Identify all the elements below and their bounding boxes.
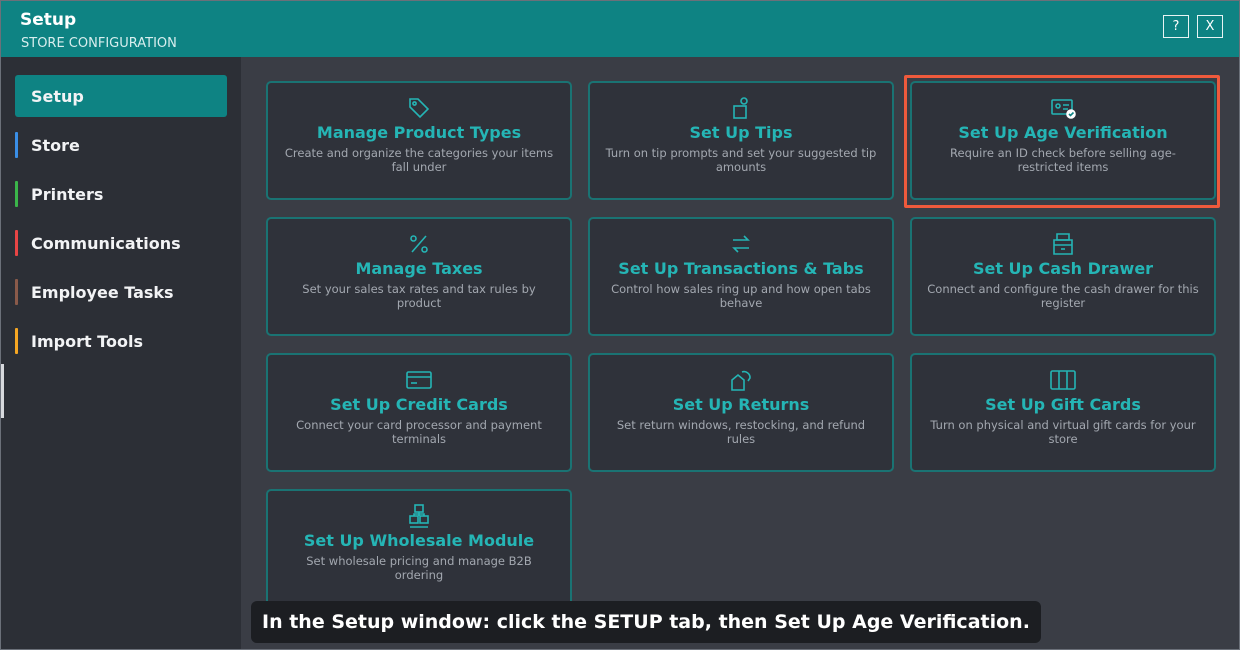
communications-color-bar [15,230,18,256]
card-set-up-returns[interactable]: Set Up Returns Set return windows, resto… [588,353,894,472]
boxes-icon [406,503,432,529]
sidebar-item-label: Setup [31,86,84,106]
percent-icon [406,231,432,257]
sidebar-item-setup[interactable]: Setup [15,75,227,117]
title-bar: Setup STORE CONFIGURATION ? X [1,1,1239,57]
sidebar-item-label: Communications [31,233,181,253]
card-title: Manage Taxes [355,259,483,278]
sidebar-item-label: Store [31,135,80,155]
instruction-caption: In the Setup window: click the SETUP tab… [251,601,1041,643]
card-title: Set Up Gift Cards [985,395,1141,414]
window-title: Setup [20,10,77,30]
card-title: Set Up Tips [689,123,793,142]
card-title: Set Up Age Verification [958,123,1168,142]
sidebar-item-communications[interactable]: Communications [15,222,227,264]
card-description: Connect and configure the cash drawer fo… [927,282,1199,310]
card-description: Set wholesale pricing and manage B2B ord… [306,554,532,582]
sidebar: Setup Store Printers Communications Empl… [1,57,241,649]
card-title: Manage Product Types [316,123,522,142]
sidebar-item-label: Import Tools [31,331,143,351]
window-subtitle: STORE CONFIGURATION [21,36,177,51]
card-set-up-gift-cards[interactable]: Set Up Gift Cards Turn on physical and v… [910,353,1216,472]
card-manage-taxes[interactable]: Manage Taxes Set your sales tax rates an… [266,217,572,336]
card-description: Turn on tip prompts and set your suggest… [605,146,877,174]
setup-window: Setup STORE CONFIGURATION ? X Setup Stor… [0,0,1240,650]
card-title: Set Up Returns [672,395,810,414]
tag-icon [406,95,432,121]
sidebar-item-printers[interactable]: Printers [15,173,227,215]
card-description: Control how sales ring up and how open t… [611,282,871,310]
card-description: Set return windows, restocking, and refu… [616,418,866,446]
card-description: Connect your card processor and payment … [296,418,542,446]
help-button[interactable]: ? [1163,15,1189,38]
sidebar-item-label: Printers [31,184,104,204]
swap-arrows-icon [728,231,754,257]
close-button[interactable]: X [1197,15,1223,38]
card-set-up-transactions-tabs[interactable]: Set Up Transactions & Tabs Control how s… [588,217,894,336]
sidebar-item-import-tools[interactable]: Import Tools [15,320,227,362]
sidebar-item-store[interactable]: Store [15,124,227,166]
card-set-up-wholesale-module[interactable]: Set Up Wholesale Module Set wholesale pr… [266,489,572,608]
tip-jar-icon [728,95,754,121]
gift-card-icon [1050,367,1076,393]
setup-card-grid: Manage Product Types Create and organize… [241,57,1239,649]
card-description: Create and organize the categories your … [284,146,554,174]
card-title: Set Up Cash Drawer [972,259,1154,278]
credit-card-icon [406,367,432,393]
sidebar-edge-marker [1,364,4,418]
card-title: Set Up Wholesale Module [303,531,535,550]
card-set-up-tips[interactable]: Set Up Tips Turn on tip prompts and set … [588,81,894,200]
store-color-bar [15,132,18,158]
sidebar-item-label: Employee Tasks [31,282,174,302]
card-title: Set Up Transactions & Tabs [618,259,864,278]
card-description: Set your sales tax rates and tax rules b… [302,282,536,310]
sidebar-item-employee-tasks[interactable]: Employee Tasks [15,271,227,313]
id-card-check-icon [1050,95,1076,121]
card-set-up-age-verification[interactable]: Set Up Age Verification Require an ID ch… [910,81,1216,200]
card-description: Require an ID check before selling age-r… [950,146,1176,174]
employee-tasks-color-bar [15,279,18,305]
import-tools-color-bar [15,328,18,354]
card-manage-product-types[interactable]: Manage Product Types Create and organize… [266,81,572,200]
card-set-up-cash-drawer[interactable]: Set Up Cash Drawer Connect and configure… [910,217,1216,336]
printers-color-bar [15,181,18,207]
card-set-up-credit-cards[interactable]: Set Up Credit Cards Connect your card pr… [266,353,572,472]
cash-drawer-icon [1050,231,1076,257]
card-description: Turn on physical and virtual gift cards … [930,418,1196,446]
return-icon [728,367,754,393]
card-title: Set Up Credit Cards [330,395,508,414]
